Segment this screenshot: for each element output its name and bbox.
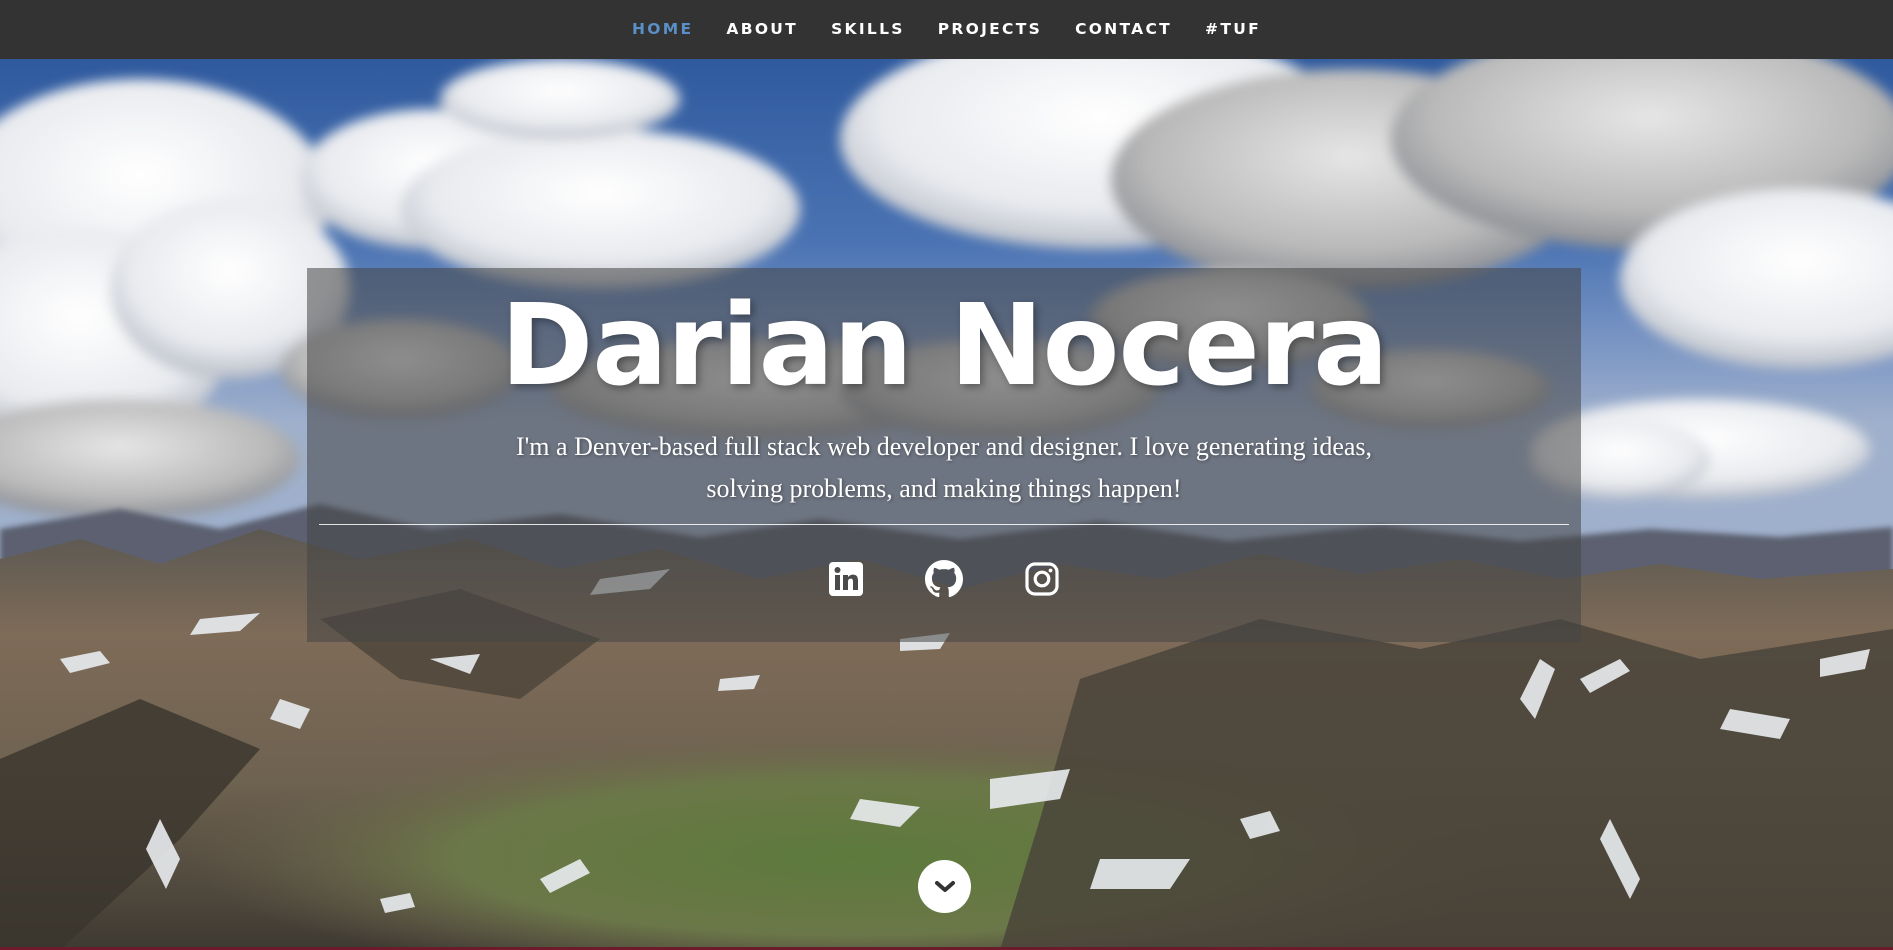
top-navbar: HOME ABOUT SKILLS PROJECTS CONTACT #TUF [0, 0, 1893, 59]
page: HOME ABOUT SKILLS PROJECTS CONTACT #TUF [0, 0, 1893, 950]
nav-item-tuf[interactable]: #TUF [1189, 0, 1278, 59]
hero-title: Darian Nocera [500, 281, 1388, 411]
chevron-down-icon [934, 880, 955, 892]
linkedin-icon [829, 562, 863, 596]
nav-item-projects[interactable]: PROJECTS [921, 0, 1058, 59]
nav-item-home[interactable]: HOME [616, 0, 710, 59]
nav-item-about[interactable]: ABOUT [710, 0, 815, 59]
nav-item-contact[interactable]: CONTACT [1059, 0, 1189, 59]
social-links [307, 560, 1581, 598]
scroll-down-button[interactable] [918, 860, 971, 913]
github-link[interactable] [925, 560, 963, 598]
linkedin-link[interactable] [827, 560, 865, 598]
instagram-icon [1025, 562, 1059, 596]
nav-list: HOME ABOUT SKILLS PROJECTS CONTACT #TUF [616, 0, 1278, 59]
intro-panel: Darian Nocera I'm a Denver-based full st… [307, 268, 1581, 642]
nav-item-skills[interactable]: SKILLS [815, 0, 922, 59]
hero-subtitle: I'm a Denver-based full stack web develo… [515, 432, 1373, 503]
instagram-link[interactable] [1023, 560, 1061, 598]
github-icon [925, 560, 963, 598]
intro-divider [319, 524, 1569, 525]
